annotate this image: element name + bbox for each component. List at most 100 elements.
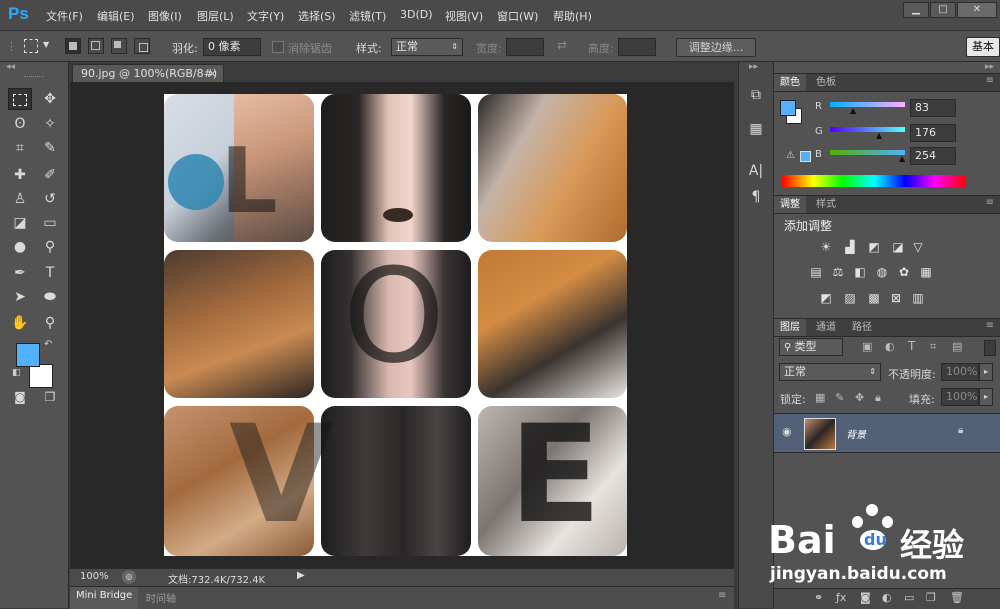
hand-tool-icon[interactable]: ✋ <box>8 312 32 334</box>
history-brush-icon[interactable]: ↺ <box>38 188 62 210</box>
background-color-swatch[interactable] <box>29 364 53 388</box>
menu-window[interactable]: 窗口(W) <box>497 8 538 24</box>
menu-image[interactable]: 图像(I) <box>148 8 182 24</box>
vibrance-icon[interactable]: ▽ <box>910 240 926 254</box>
green-slider[interactable] <box>830 127 905 132</box>
collapse-panels-icon[interactable]: ▸▸ <box>985 62 994 72</box>
status-info-icon[interactable]: ◎ <box>122 570 136 584</box>
character-panel-icon[interactable]: A| <box>745 160 767 182</box>
ellipse-tool-icon[interactable]: ⬬ <box>38 286 62 308</box>
panel-menu-icon[interactable]: ≡ <box>718 590 726 601</box>
document-tab[interactable]: 90.jpg @ 100%(RGB/8#) × <box>72 64 224 82</box>
black-white-icon[interactable]: ◧ <box>852 265 868 279</box>
close-tab-icon[interactable]: × <box>208 65 217 82</box>
color-lookup-icon[interactable]: ▦ <box>918 265 934 279</box>
quick-mask-icon[interactable]: ◙ <box>8 386 32 408</box>
magic-wand-icon[interactable]: ✧ <box>38 113 62 135</box>
menu-layer[interactable]: 图层(L) <box>197 8 234 24</box>
tab-swatches[interactable]: 色板 <box>810 74 842 91</box>
levels-icon[interactable]: ▟ <box>842 240 858 254</box>
properties-panel-icon[interactable]: ▦ <box>745 118 767 140</box>
layer-row-background[interactable]: ◉ 背景 🔒︎ <box>774 413 1000 453</box>
lock-transparent-icon[interactable]: ▦ <box>815 391 825 404</box>
blend-mode-select[interactable]: 正常 ⇕ <box>779 363 881 381</box>
zoom-tool-icon[interactable]: ⚲ <box>38 312 62 334</box>
feather-input[interactable]: 0 像素 <box>203 38 261 56</box>
add-selection-button[interactable] <box>88 38 104 54</box>
photo-filter-icon[interactable]: ◍ <box>874 265 890 279</box>
lock-position-icon[interactable]: ✥ <box>855 391 864 404</box>
filter-pixel-icon[interactable]: ▣ <box>862 340 872 353</box>
crop-tool-icon[interactable]: ⌗ <box>8 137 32 159</box>
fill-input[interactable]: 100% <box>941 388 979 406</box>
tab-color[interactable]: 颜色 <box>774 74 806 91</box>
menu-file[interactable]: 文件(F) <box>46 8 83 24</box>
tab-timeline[interactable]: 时间轴 <box>146 590 176 605</box>
gamut-color-swatch[interactable] <box>800 151 811 162</box>
fill-dropdown-icon[interactable]: ▸ <box>979 388 993 406</box>
width-input[interactable] <box>506 38 544 56</box>
pen-tool-icon[interactable]: ✒ <box>8 262 32 284</box>
color-panel-menu-icon[interactable]: ≡ <box>986 75 994 86</box>
refine-edge-button[interactable]: 调整边缘... <box>676 38 756 57</box>
blue-value-input[interactable]: 254 <box>910 147 956 165</box>
path-selection-icon[interactable]: ➤ <box>8 286 32 308</box>
minimize-button[interactable]: ▁ <box>903 2 929 18</box>
tab-layers[interactable]: 图层 <box>774 319 806 336</box>
color-balance-icon[interactable]: ⚖ <box>830 265 846 279</box>
tab-adjustments[interactable]: 调整 <box>774 196 806 213</box>
blur-tool-icon[interactable]: ● <box>8 236 32 258</box>
workspace-button[interactable]: 基本 <box>966 37 1000 57</box>
brush-tool-icon[interactable]: ✐ <box>38 164 62 186</box>
restore-button[interactable]: □ <box>930 2 956 18</box>
tab-channels[interactable]: 通道 <box>810 319 842 336</box>
chevron-down-icon[interactable]: ▼ <box>43 40 49 49</box>
channel-mixer-icon[interactable]: ✿ <box>896 265 912 279</box>
dodge-tool-icon[interactable]: ⚲ <box>38 236 62 258</box>
menu-3d[interactable]: 3D(D) <box>400 8 433 21</box>
lock-all-icon[interactable]: 🔒︎ <box>875 391 881 405</box>
menu-view[interactable]: 视图(V) <box>445 8 483 24</box>
menu-select[interactable]: 选择(S) <box>298 8 336 24</box>
paragraph-panel-icon[interactable]: ¶ <box>745 186 767 208</box>
antialias-checkbox[interactable] <box>272 41 284 53</box>
menu-help[interactable]: 帮助(H) <box>553 8 592 24</box>
red-slider-thumb[interactable]: ▲ <box>850 106 856 115</box>
close-button[interactable]: ✕ <box>957 2 997 18</box>
zoom-level[interactable]: 100% <box>80 571 109 582</box>
brightness-contrast-icon[interactable]: ☀ <box>818 240 834 254</box>
rectangular-marquee-icon[interactable] <box>8 88 32 110</box>
red-value-input[interactable]: 83 <box>910 99 956 117</box>
new-selection-button[interactable] <box>65 38 81 54</box>
history-panel-icon[interactable]: ⧉ <box>745 84 767 106</box>
exposure-icon[interactable]: ◪ <box>890 240 906 254</box>
green-slider-thumb[interactable]: ▲ <box>876 131 882 140</box>
status-menu-arrow-icon[interactable]: ▶ <box>297 570 305 581</box>
swap-icon[interactable]: ⇄ <box>557 38 567 52</box>
swap-colors-icon[interactable]: ↶ <box>44 339 52 350</box>
posterize-icon[interactable]: ▨ <box>842 291 858 305</box>
tab-paths[interactable]: 路径 <box>846 319 878 336</box>
expand-dock-icon[interactable]: ▸▸ <box>749 62 758 72</box>
lock-image-icon[interactable]: ✎ <box>835 391 844 404</box>
gradient-map-icon[interactable]: ▥ <box>910 291 926 305</box>
adjustments-menu-icon[interactable]: ≡ <box>986 197 994 208</box>
filter-smart-object-icon[interactable]: ▤ <box>952 340 962 353</box>
screen-mode-icon[interactable]: ❐ <box>38 386 62 408</box>
marquee-preset-icon[interactable] <box>24 39 38 53</box>
filter-type-icon[interactable]: T <box>908 339 915 353</box>
gamut-warning-icon[interactable]: ⚠ <box>786 150 795 161</box>
gradient-tool-icon[interactable]: ▭ <box>38 212 62 234</box>
document-image[interactable]: L O V E <box>164 94 627 556</box>
intersect-selection-button[interactable] <box>134 38 150 54</box>
collapse-icon[interactable]: ◂◂ <box>6 62 15 72</box>
layers-menu-icon[interactable]: ≡ <box>986 320 994 331</box>
layer-kind-filter[interactable]: ⚲ 类型 <box>779 338 843 356</box>
blue-slider-thumb[interactable]: ▲ <box>899 154 905 163</box>
subtract-selection-button[interactable] <box>111 38 127 54</box>
filter-adjustment-icon[interactable]: ◐ <box>885 340 895 353</box>
menu-type[interactable]: 文字(Y) <box>247 8 284 24</box>
eraser-tool-icon[interactable]: ◪ <box>8 212 32 234</box>
eyedropper-icon[interactable]: ✎ <box>38 137 62 159</box>
style-select[interactable]: 正常 ⇕ <box>391 38 463 56</box>
